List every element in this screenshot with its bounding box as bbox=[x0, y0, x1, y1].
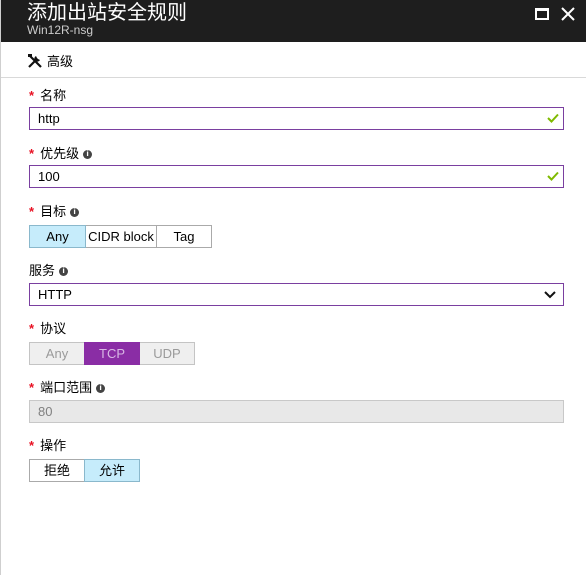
check-icon bbox=[547, 171, 559, 181]
required-marker: * bbox=[29, 204, 35, 219]
blade-header: 添加出站安全规则 Win12R-nsg bbox=[1, 0, 586, 42]
info-icon[interactable]: i bbox=[83, 149, 93, 159]
service-select[interactable]: HTTP bbox=[29, 283, 564, 306]
service-label-text: 服务 bbox=[29, 263, 56, 278]
action-toggle: 拒绝 允许 bbox=[29, 459, 140, 482]
priority-label-text: 优先级 bbox=[40, 146, 80, 161]
check-icon bbox=[547, 113, 559, 123]
service-label: 服务 i bbox=[29, 263, 69, 279]
chevron-down-icon bbox=[544, 291, 556, 299]
action-label-text: 操作 bbox=[40, 438, 67, 453]
name-label-text: 名称 bbox=[40, 88, 67, 103]
priority-value: 100 bbox=[38, 169, 60, 184]
info-icon[interactable]: i bbox=[59, 266, 69, 276]
protocol-label-text: 协议 bbox=[40, 321, 67, 336]
close-button[interactable] bbox=[559, 5, 577, 23]
port-range-label: * 端口范围 i bbox=[29, 380, 106, 396]
port-range-label-text: 端口范围 bbox=[40, 380, 93, 395]
protocol-option-tcp[interactable]: TCP bbox=[84, 342, 140, 365]
required-marker: * bbox=[29, 88, 35, 103]
required-marker: * bbox=[29, 380, 35, 395]
add-outbound-rule-blade: 添加出站安全规则 Win12R-nsg 高级 * 名称 http * 优先级 i… bbox=[0, 0, 586, 575]
tools-icon bbox=[28, 53, 42, 68]
info-icon[interactable]: i bbox=[70, 207, 80, 217]
maximize-icon bbox=[535, 8, 549, 20]
destination-label-text: 目标 bbox=[40, 204, 67, 219]
action-label: * 操作 bbox=[29, 438, 66, 454]
protocol-label: * 协议 bbox=[29, 321, 66, 337]
destination-option-tag[interactable]: Tag bbox=[156, 225, 212, 248]
name-input[interactable]: http bbox=[29, 107, 564, 130]
name-label: * 名称 bbox=[29, 88, 66, 104]
required-marker: * bbox=[29, 438, 35, 453]
close-icon bbox=[561, 7, 575, 21]
service-value: HTTP bbox=[38, 287, 72, 302]
port-range-input[interactable]: 80 bbox=[29, 400, 564, 423]
blade-subtitle: Win12R-nsg bbox=[27, 23, 94, 37]
port-range-value: 80 bbox=[38, 404, 53, 419]
advanced-label: 高级 bbox=[47, 54, 74, 69]
info-icon[interactable]: i bbox=[96, 383, 106, 393]
advanced-button[interactable]: 高级 bbox=[27, 51, 73, 70]
priority-label: * 优先级 i bbox=[29, 146, 93, 162]
required-marker: * bbox=[29, 146, 35, 161]
destination-option-cidr-block[interactable]: CIDR block bbox=[85, 225, 157, 248]
destination-toggle: Any CIDR block Tag bbox=[29, 225, 212, 248]
destination-option-any[interactable]: Any bbox=[29, 225, 86, 248]
action-option-deny[interactable]: 拒绝 bbox=[29, 459, 85, 482]
protocol-option-udp[interactable]: UDP bbox=[139, 342, 195, 365]
blade-title: 添加出站安全规则 bbox=[27, 2, 187, 24]
name-value: http bbox=[38, 111, 60, 126]
destination-label: * 目标 i bbox=[29, 204, 80, 220]
priority-input[interactable]: 100 bbox=[29, 165, 564, 188]
action-option-allow[interactable]: 允许 bbox=[84, 459, 140, 482]
command-bar: 高级 bbox=[1, 42, 586, 78]
required-marker: * bbox=[29, 321, 35, 336]
maximize-button[interactable] bbox=[533, 5, 551, 23]
protocol-option-any[interactable]: Any bbox=[29, 342, 85, 365]
protocol-toggle: Any TCP UDP bbox=[29, 342, 195, 365]
